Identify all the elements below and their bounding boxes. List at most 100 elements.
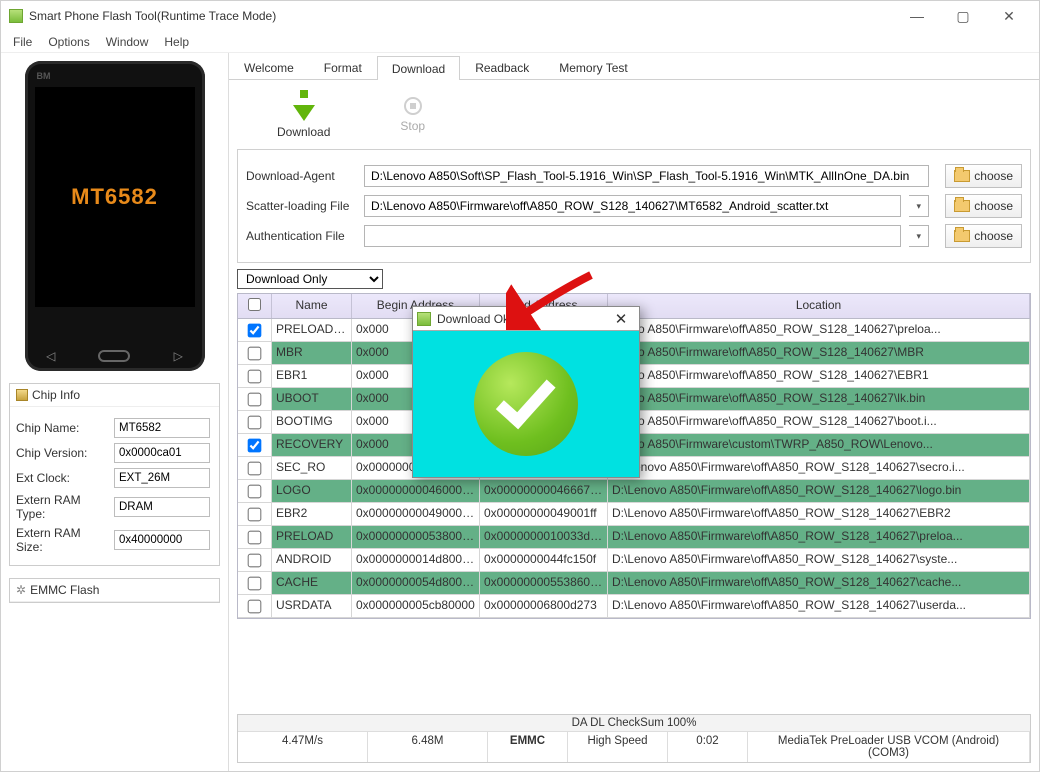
row-checkbox[interactable] <box>248 530 262 544</box>
cell-end: 0x0000000004666743 <box>480 480 608 502</box>
dialog-close-button[interactable]: ✕ <box>607 310 635 328</box>
menu-file[interactable]: File <box>5 33 40 51</box>
row-checkbox[interactable] <box>248 346 262 360</box>
header-checkbox[interactable] <box>248 298 261 311</box>
emmc-flash-panel: ✲ EMMC Flash <box>9 578 220 603</box>
minimize-button[interactable]: — <box>895 2 939 30</box>
chip-version-field[interactable] <box>114 443 210 463</box>
dialog-app-icon <box>417 312 431 326</box>
file-paths-panel: Download-Agent choose Scatter-loading Fi… <box>237 149 1031 263</box>
table-row[interactable]: ANDROID0x0000000014d800000x0000000044fc1… <box>238 549 1030 572</box>
cell-begin: 0x0000000004600000 <box>352 480 480 502</box>
row-checkbox[interactable] <box>248 484 262 498</box>
auth-history-dropdown[interactable]: ▾ <box>909 225 929 247</box>
cell-location: D:\Lenovo A850\Firmware\off\A850_ROW_S12… <box>608 526 1030 548</box>
emmc-flash-title: EMMC Flash <box>30 583 99 597</box>
ext-clock-field[interactable] <box>114 468 210 488</box>
download-button[interactable]: Download <box>277 90 330 139</box>
menu-options[interactable]: Options <box>40 33 97 51</box>
status-speed: 4.47M/s <box>238 732 368 762</box>
table-row[interactable]: EBR20x00000000049000000x00000000049001ff… <box>238 503 1030 526</box>
cell-end: 0x0000000010033d1cb <box>480 526 608 548</box>
row-checkbox[interactable] <box>248 553 262 567</box>
ram-type-label: Extern RAM Type: <box>16 493 110 521</box>
tab-welcome[interactable]: Welcome <box>229 55 309 79</box>
cell-begin: 0x0000000005380000 <box>352 526 480 548</box>
cell-name: UBOOT <box>272 388 352 410</box>
tab-download[interactable]: Download <box>377 56 460 80</box>
auth-file-field[interactable] <box>364 225 901 247</box>
row-checkbox[interactable] <box>248 576 262 590</box>
tab-format[interactable]: Format <box>309 55 377 79</box>
cell-end: 0x0000000044fc150f <box>480 549 608 571</box>
cell-name: RECOVERY <box>272 434 352 456</box>
download-agent-label: Download-Agent <box>246 169 356 183</box>
tab-memory-test[interactable]: Memory Test <box>544 55 642 79</box>
stop-button[interactable]: Stop <box>400 97 425 133</box>
cell-name: BOOTIMG <box>272 411 352 433</box>
folder-icon <box>954 200 970 212</box>
cell-begin: 0x0000000004900000 <box>352 503 480 525</box>
tab-readback[interactable]: Readback <box>460 55 544 79</box>
status-time: 0:02 <box>668 732 748 762</box>
row-checkbox[interactable] <box>248 507 262 521</box>
cell-name: EBR1 <box>272 365 352 387</box>
cell-name: ANDROID <box>272 549 352 571</box>
chip-icon <box>16 389 28 401</box>
row-checkbox[interactable] <box>248 392 262 406</box>
status-usb-speed: High Speed <box>568 732 668 762</box>
table-row[interactable]: LOGO0x00000000046000000x0000000004666743… <box>238 480 1030 503</box>
status-progress-text: DA DL CheckSum 100% <box>238 715 1030 732</box>
cell-location: enovo A850\Firmware\off\A850_ROW_S128_14… <box>608 411 1030 433</box>
cell-end: 0x00000006800d273 <box>480 595 608 617</box>
cell-location: D:\Lenovo A850\Firmware\off\A850_ROW_S12… <box>608 549 1030 571</box>
table-row[interactable]: PRELOAD0x00000000053800000x0000000010033… <box>238 526 1030 549</box>
menubar: File Options Window Help <box>1 31 1039 53</box>
scatter-history-dropdown[interactable]: ▾ <box>909 195 929 217</box>
status-bar: DA DL CheckSum 100% 4.47M/s 6.48M EMMC H… <box>237 714 1031 763</box>
scatter-file-label: Scatter-loading File <box>246 199 356 213</box>
row-checkbox[interactable] <box>248 323 262 337</box>
row-checkbox[interactable] <box>248 369 262 383</box>
cell-name: MBR <box>272 342 352 364</box>
ext-clock-label: Ext Clock: <box>16 471 110 485</box>
cell-end: 0x00000000049001ff <box>480 503 608 525</box>
table-row[interactable]: CACHE0x0000000054d800000x000000005538609… <box>238 572 1030 595</box>
row-checkbox[interactable] <box>248 415 262 429</box>
ram-size-field[interactable] <box>114 530 210 550</box>
titlebar: Smart Phone Flash Tool(Runtime Trace Mod… <box>1 1 1039 31</box>
choose-auth-button[interactable]: choose <box>945 224 1022 248</box>
chip-name-label: Chip Name: <box>16 421 110 435</box>
stop-icon <box>404 97 422 115</box>
ram-type-field[interactable] <box>114 497 210 517</box>
col-name[interactable]: Name <box>272 294 352 318</box>
chip-name-field[interactable] <box>114 418 210 438</box>
maximize-button[interactable]: ▢ <box>941 2 985 30</box>
download-mode-select[interactable]: Download Only <box>237 269 383 289</box>
chip-version-label: Chip Version: <box>16 446 110 460</box>
phone-brand: BM <box>37 71 51 81</box>
ram-size-label: Extern RAM Size: <box>16 526 110 554</box>
row-checkbox[interactable] <box>248 461 262 475</box>
col-location[interactable]: Location <box>608 294 1030 318</box>
nav-menu-icon: ▷ <box>174 349 183 363</box>
scatter-file-field[interactable] <box>364 195 901 217</box>
table-row[interactable]: USRDATA0x000000005cb800000x00000006800d2… <box>238 595 1030 618</box>
cell-location: enovo A850\Firmware\off\A850_ROW_S128_14… <box>608 319 1030 341</box>
download-agent-field[interactable] <box>364 165 929 187</box>
cell-begin: 0x000000005cb80000 <box>352 595 480 617</box>
dialog-title: Download Ok <box>437 312 607 326</box>
status-storage: EMMC <box>488 732 568 762</box>
cell-location: enovo A850\Firmware\off\A850_ROW_S128_14… <box>608 365 1030 387</box>
close-button[interactable]: ✕ <box>987 2 1031 30</box>
cell-location: D:\Lenovo A850\Firmware\off\A850_ROW_S12… <box>608 572 1030 594</box>
menu-help[interactable]: Help <box>156 33 197 51</box>
choose-scatter-button[interactable]: choose <box>945 194 1022 218</box>
row-checkbox[interactable] <box>248 599 262 613</box>
app-window: Smart Phone Flash Tool(Runtime Trace Mod… <box>0 0 1040 772</box>
menu-window[interactable]: Window <box>98 33 157 51</box>
cell-name: PRELOADER <box>272 319 352 341</box>
cell-name: CACHE <box>272 572 352 594</box>
choose-da-button[interactable]: choose <box>945 164 1022 188</box>
row-checkbox[interactable] <box>248 438 262 452</box>
